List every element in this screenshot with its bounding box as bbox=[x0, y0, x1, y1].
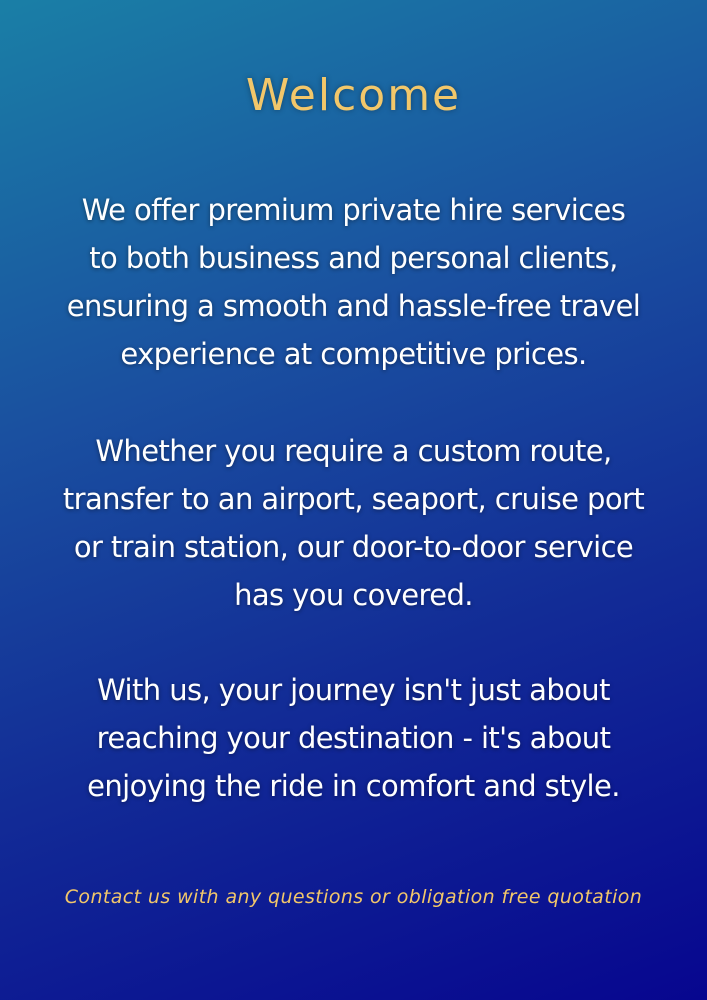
paragraph-line: or train station, our door-to-door servi… bbox=[73, 530, 634, 564]
paragraph-line: reaching your destination - it's about bbox=[96, 721, 611, 755]
services-paragraph: Whether you require a custom route, tran… bbox=[40, 427, 667, 619]
welcome-page: Welcome We offer premium private hire se… bbox=[0, 0, 707, 1000]
paragraph-line: has you covered. bbox=[234, 578, 473, 612]
contact-note: Contact us with any questions or obligat… bbox=[64, 886, 643, 908]
paragraph-line: experience at competitive prices. bbox=[120, 337, 587, 371]
paragraph-line: ensuring a smooth and hassle-free travel bbox=[66, 289, 641, 323]
paragraph-line: We offer premium private hire services bbox=[81, 193, 626, 227]
paragraph-line: Whether you require a custom route, bbox=[95, 434, 612, 468]
intro-paragraph: We offer premium private hire services t… bbox=[40, 186, 667, 378]
paragraph-line: to both business and personal clients, bbox=[89, 241, 618, 275]
journey-paragraph: With us, your journey isn't just about r… bbox=[40, 666, 667, 810]
paragraph-line: With us, your journey isn't just about bbox=[97, 673, 610, 707]
page-title: Welcome bbox=[245, 70, 462, 121]
paragraph-line: transfer to an airport, seaport, cruise … bbox=[62, 482, 645, 516]
paragraph-line: enjoying the ride in comfort and style. bbox=[87, 769, 620, 803]
